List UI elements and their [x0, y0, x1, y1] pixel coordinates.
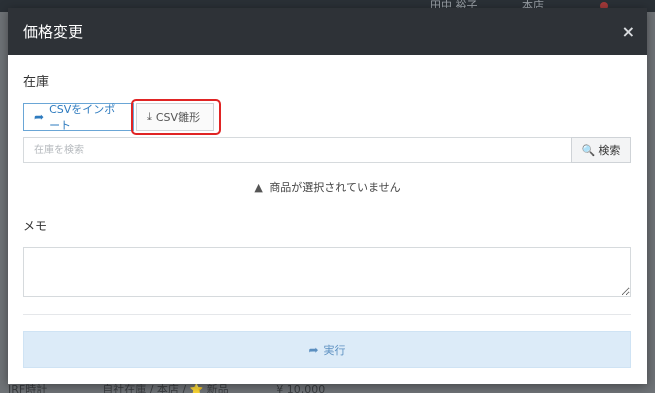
- modal-title: 価格変更: [23, 23, 84, 41]
- warning-icon: ▲: [254, 181, 263, 194]
- csv-template-label: CSV雛形: [155, 111, 201, 124]
- execute-button-label: 実行: [323, 343, 346, 357]
- memo-label: メモ: [23, 219, 48, 233]
- notice-text: 商品が選択されていません: [269, 181, 401, 194]
- no-selection-notice: ▲ 商品が選択されていません: [8, 179, 647, 195]
- close-icon[interactable]: ×: [622, 22, 635, 41]
- inventory-section-label: 在庫: [23, 75, 50, 90]
- share-arrow-icon: ➦: [308, 342, 319, 357]
- csv-template-button[interactable]: ⤓ CSV雛形: [136, 103, 214, 131]
- search-button-label: 検索: [598, 144, 621, 157]
- modal-header: 価格変更 ×: [8, 8, 647, 55]
- price-change-modal: 価格変更 × 在庫 ➦ CSVをインポート ⤓ CSV雛形 🔍 検索 ▲ 商品が…: [8, 8, 647, 384]
- csv-import-button[interactable]: ➦ CSVをインポート: [23, 103, 134, 132]
- inventory-search-input[interactable]: [23, 137, 571, 163]
- csv-import-label: CSVをインポート: [49, 103, 116, 132]
- divider: [23, 314, 631, 315]
- memo-textarea[interactable]: [23, 247, 631, 297]
- download-icon: ⤓: [147, 110, 152, 123]
- background-right-strip: [647, 12, 655, 393]
- execute-button[interactable]: ➦ 実行: [23, 331, 631, 368]
- background-footer-text: JRF時計 自社在庫 / 本店 / ⭐ 新品 ¥ 10,000: [8, 384, 326, 393]
- search-button[interactable]: 🔍 検索: [571, 137, 631, 163]
- search-icon: 🔍: [581, 143, 596, 157]
- background-left-strip: [0, 12, 8, 393]
- background-bottom-strip: JRF時計 自社在庫 / 本店 / ⭐ 新品 ¥ 10,000: [8, 384, 647, 393]
- inventory-search-row: 🔍 検索: [23, 137, 631, 163]
- csv-button-group: ➦ CSVをインポート ⤓ CSV雛形: [23, 103, 214, 132]
- share-arrow-icon: ➦: [34, 110, 45, 124]
